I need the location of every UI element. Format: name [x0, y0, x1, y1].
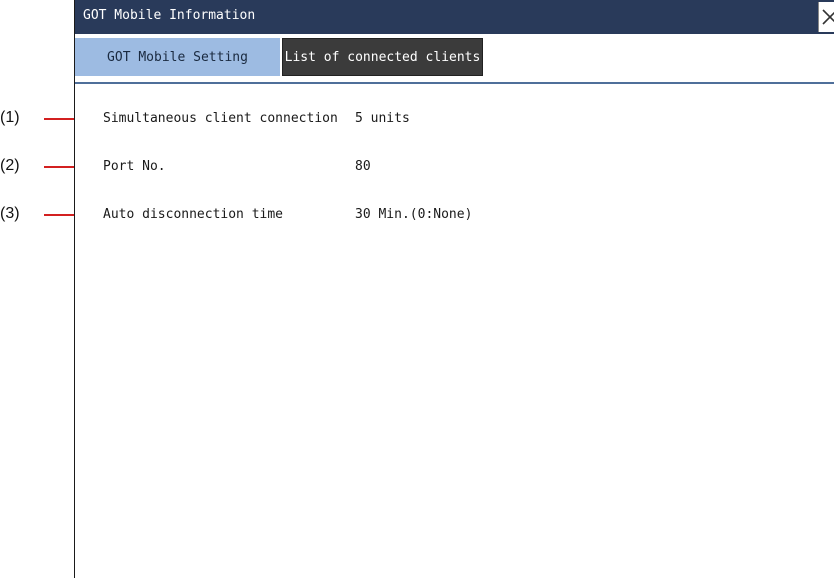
close-button[interactable]	[818, 2, 834, 32]
tab-bar: GOT Mobile Setting List of connected cli…	[75, 34, 834, 84]
tab-label: List of connected clients	[284, 49, 481, 65]
setting-label: Port No.	[103, 159, 166, 174]
callout-1: (1)	[0, 109, 20, 126]
callout-3: (3)	[0, 205, 20, 222]
tab-list-of-connected-clients[interactable]: List of connected clients	[282, 38, 483, 76]
close-icon	[822, 9, 834, 25]
title-bar: GOT Mobile Information	[75, 0, 834, 34]
setting-value: 30 Min.(0:None)	[355, 207, 473, 222]
setting-value: 5 units	[355, 111, 410, 126]
setting-value: 80	[355, 159, 371, 174]
got-mobile-information-window: GOT Mobile Information GOT Mobile Settin…	[74, 0, 834, 578]
window-title: GOT Mobile Information	[83, 8, 256, 23]
setting-label: Auto disconnection time	[103, 207, 284, 222]
callout-2: (2)	[0, 157, 20, 174]
tab-label: GOT Mobile Setting	[107, 49, 248, 65]
tab-got-mobile-setting[interactable]: GOT Mobile Setting	[75, 38, 280, 76]
setting-label: Simultaneous client connection	[103, 111, 338, 126]
